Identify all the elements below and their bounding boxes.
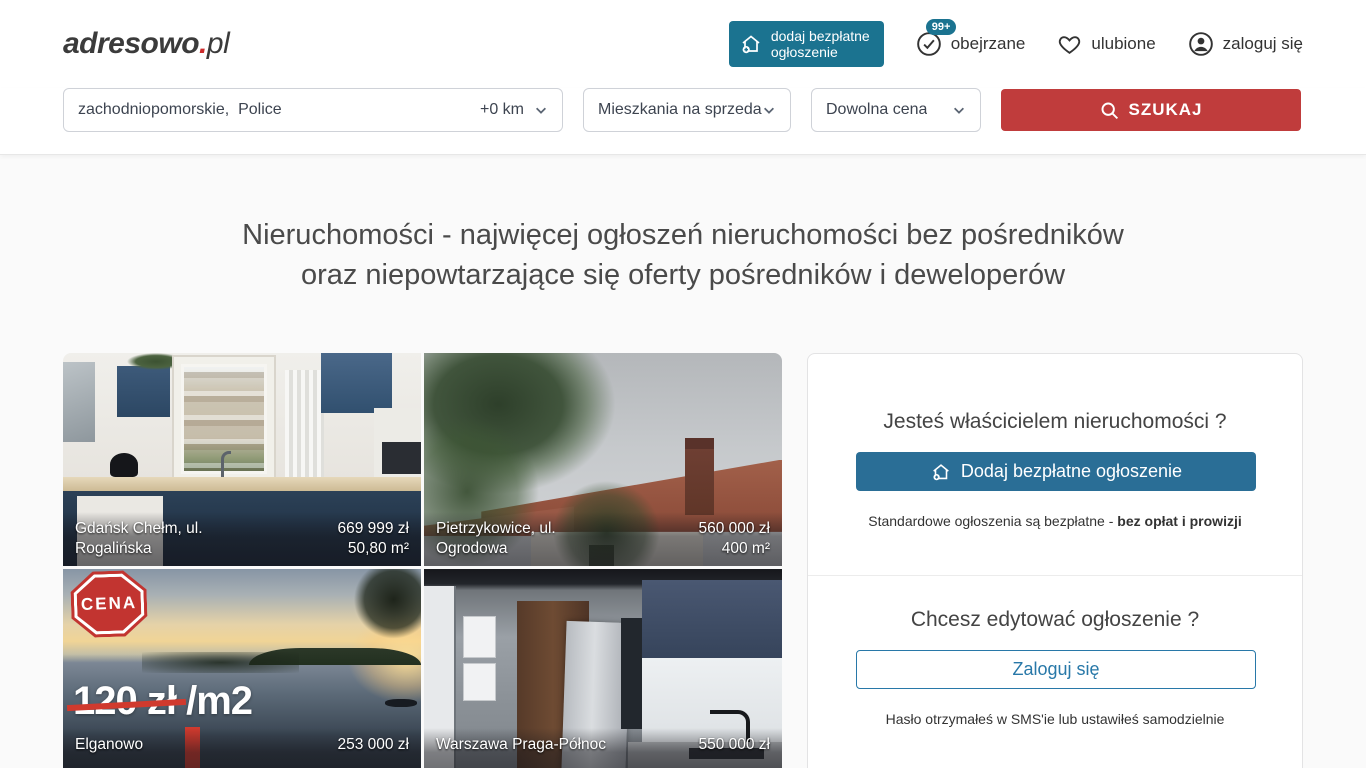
viewed-link[interactable]: 99+ obejrzane [916, 31, 1026, 57]
search-button-label: SZUKAJ [1128, 100, 1202, 120]
listing-location: Gdańsk Chełm, ul. [75, 519, 203, 539]
edit-note: Hasło otrzymałeś w SMS'ie lub ustawiłeś … [856, 711, 1254, 727]
listing-label: Elganowo 253 000 zł [63, 728, 421, 768]
login-label: zaloguj się [1223, 34, 1303, 54]
search-bar: +0 km Mieszkania na sprzeda Dowolna cena [0, 88, 1366, 155]
radius-value: +0 km [480, 101, 524, 119]
user-circle-icon [1188, 31, 1214, 57]
radius-select[interactable]: +0 km [480, 101, 548, 119]
listing-price: 550 000 zł [698, 735, 770, 755]
logo-brand: adresowo [63, 27, 199, 60]
price-select[interactable]: Dowolna cena [811, 88, 981, 132]
listing-area: 400 m² [698, 539, 770, 559]
listing-location-2 [436, 755, 606, 768]
sidebar-login-label: Zaloguj się [1012, 659, 1099, 680]
search-icon [1099, 100, 1120, 121]
listing-location-2 [75, 755, 143, 768]
owner-title: Jesteś właścicielem nieruchomości ? [856, 410, 1254, 434]
listing-location-2: Ogrodowa [436, 539, 556, 559]
logo-tld: pl [207, 27, 229, 60]
main-content: Gdańsk Chełm, ul. Rogalińska 669 999 zł … [63, 353, 1303, 768]
house-plus-icon [739, 32, 763, 56]
listing-price: 253 000 zł [337, 735, 409, 755]
listing-location: Elganowo [75, 735, 143, 755]
listing-location: Pietrzykowice, ul. [436, 519, 556, 539]
listing-label: Pietrzykowice, ul. Ogrodowa 560 000 zł 4… [424, 512, 782, 566]
price-per-m2-watermark: 120 zł /m2 [73, 679, 252, 724]
owner-section: Jesteś właścicielem nieruchomości ? Doda… [808, 354, 1302, 575]
login-link[interactable]: zaloguj się [1188, 31, 1303, 57]
listing-area [698, 755, 770, 768]
logo[interactable]: adresowo.pl [63, 27, 229, 61]
listing-location: Warszawa Praga-Północ [436, 735, 606, 755]
listings-grid: Gdańsk Chełm, ul. Rogalińska 669 999 zł … [63, 353, 782, 768]
chevron-down-icon [534, 103, 548, 117]
owner-note: Standardowe ogłoszenia są bezpłatne - be… [856, 513, 1254, 529]
category-value: Mieszkania na sprzeda [598, 101, 762, 119]
location-input[interactable] [78, 101, 480, 119]
page-title: Nieruchomości - najwięcej ogłoszeń nieru… [63, 215, 1303, 295]
listing-card-gdansk[interactable]: Gdańsk Chełm, ul. Rogalińska 669 999 zł … [63, 353, 421, 566]
listing-card-pietrzykowice[interactable]: Pietrzykowice, ul. Ogrodowa 560 000 zł 4… [424, 353, 782, 566]
heart-icon [1057, 32, 1082, 57]
listing-location-2: Rogalińska [75, 539, 203, 559]
listing-price: 669 999 zł [337, 519, 409, 539]
header: adresowo.pl dodaj bezpłatne ogłoszenie [0, 0, 1366, 88]
sidebar-add-listing-button[interactable]: Dodaj bezpłatne ogłoszenie [856, 452, 1256, 491]
chevron-down-icon [762, 103, 776, 117]
listing-area: 50,80 m² [337, 539, 409, 559]
sidebar-login-button[interactable]: Zaloguj się [856, 650, 1256, 689]
listing-price: 560 000 zł [698, 519, 770, 539]
listing-area [337, 755, 409, 768]
header-actions: dodaj bezpłatne ogłoszenie 99+ obejrzane [729, 21, 1303, 67]
house-plus-icon [930, 461, 952, 483]
price-drop-badge: CENA [70, 570, 148, 639]
sidebar: Jesteś właścicielem nieruchomości ? Doda… [807, 353, 1303, 768]
edit-section: Chcesz edytować ogłoszenie ? Zaloguj się… [808, 575, 1302, 768]
edit-title: Chcesz edytować ogłoszenie ? [856, 608, 1254, 632]
viewed-label: obejrzane [951, 34, 1026, 54]
sidebar-add-listing-label: Dodaj bezpłatne ogłoszenie [961, 461, 1182, 482]
favorites-link[interactable]: ulubione [1057, 32, 1155, 57]
listing-card-warszawa[interactable]: Warszawa Praga-Północ 550 000 zł [424, 569, 782, 768]
add-listing-label: dodaj bezpłatne ogłoszenie [771, 28, 870, 60]
logo-dot: . [199, 27, 207, 60]
viewed-count-badge: 99+ [926, 19, 957, 35]
location-field[interactable]: +0 km [63, 88, 563, 132]
price-value: Dowolna cena [826, 101, 927, 119]
listing-label: Gdańsk Chełm, ul. Rogalińska 669 999 zł … [63, 512, 421, 566]
category-select[interactable]: Mieszkania na sprzeda [583, 88, 791, 132]
add-listing-button[interactable]: dodaj bezpłatne ogłoszenie [729, 21, 884, 67]
listing-card-elganowo[interactable]: CENA 120 zł /m2 Elganowo 253 000 zł [63, 569, 421, 768]
search-button[interactable]: SZUKAJ [1001, 89, 1301, 131]
favorites-label: ulubione [1091, 34, 1155, 54]
listing-label: Warszawa Praga-Północ 550 000 zł [424, 728, 782, 768]
chevron-down-icon [952, 103, 966, 117]
